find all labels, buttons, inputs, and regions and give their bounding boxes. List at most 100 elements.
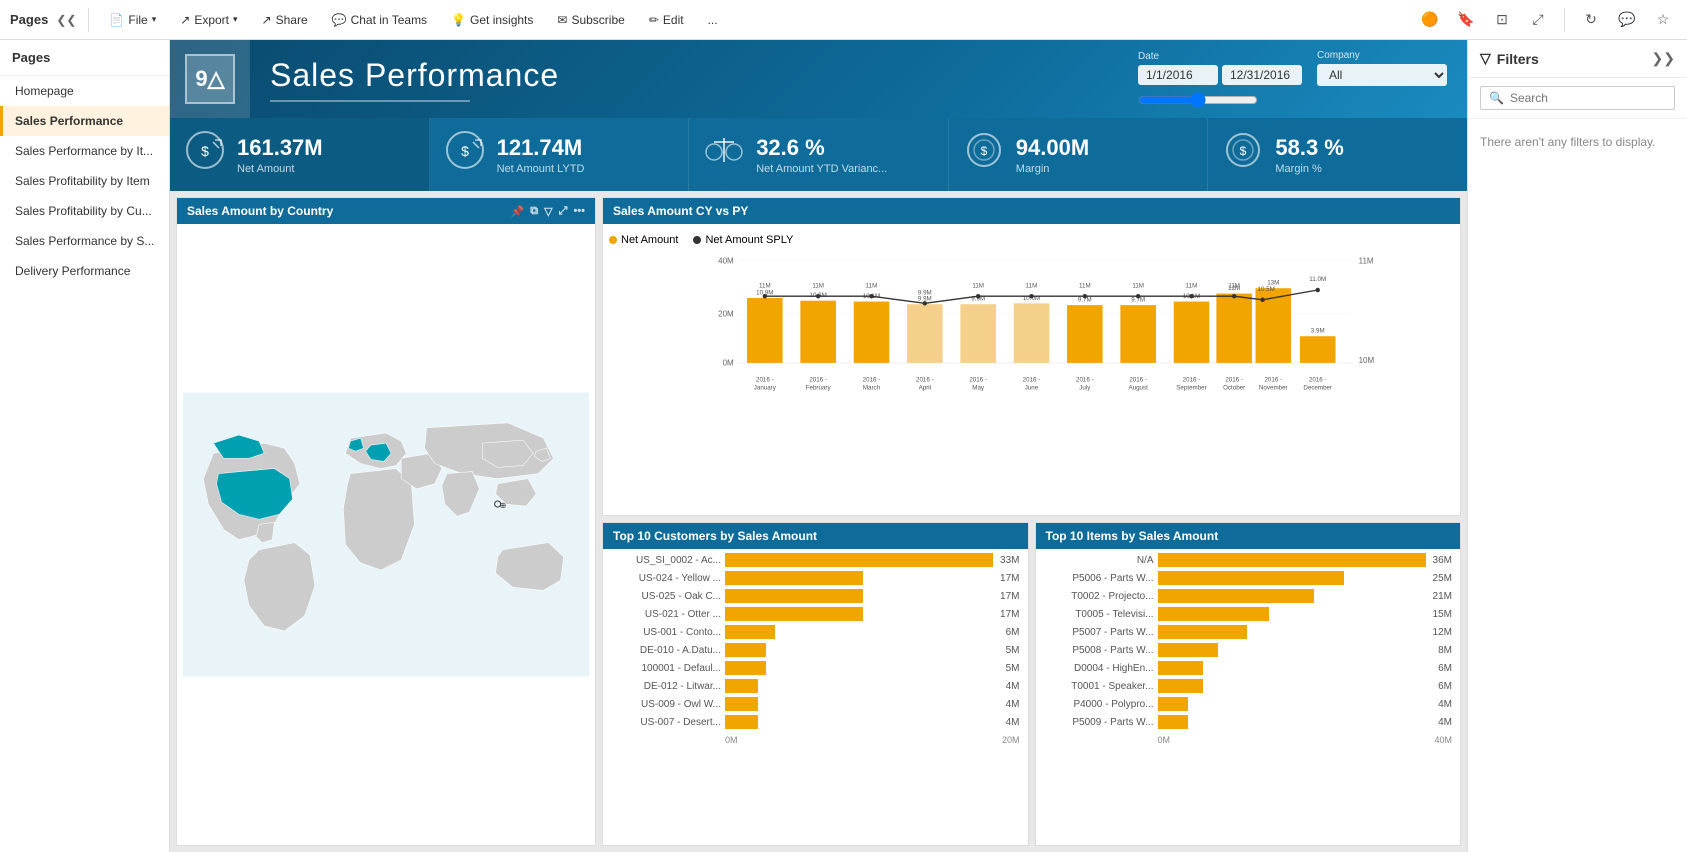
date-range-slider[interactable] <box>1138 92 1258 108</box>
map-title: Sales Amount by Country <box>187 204 333 218</box>
filters-expand-icon[interactable]: ❯❯ <box>1652 50 1675 67</box>
bar-jan <box>747 298 783 363</box>
kpi-net-amount-values: 161.37M Net Amount <box>237 135 323 175</box>
kpi-row: $ 161.37M Net Amount $ 121.74M Net Amoun… <box>170 118 1467 191</box>
customer-label: DE-010 - A.Datu... <box>611 645 721 656</box>
bar-oct <box>1216 294 1252 363</box>
cy-py-body: Net Amount Net Amount SPLY 40M 20M 0M <box>603 224 1460 515</box>
search-input[interactable] <box>1510 91 1666 105</box>
map-panel: Sales Amount by Country 📌 ⧉ ▽ ⤢ ••• <box>176 197 596 846</box>
sidebar-item-sales-profit-item[interactable]: Sales Profitability by Item <box>0 166 169 196</box>
expand-icon[interactable]: ⤢ <box>559 205 568 218</box>
svg-text:2016 -: 2016 - <box>809 377 827 384</box>
cy-py-chart-svg: 40M 20M 0M 11M 10M <box>609 250 1454 410</box>
comment-icon[interactable]: 💬 <box>1613 6 1641 34</box>
bar-may <box>960 304 996 363</box>
svg-text:2016 -: 2016 - <box>1309 377 1327 384</box>
teams-icon: 💬 <box>332 13 347 27</box>
kpi-margin: $ 94.00M Margin <box>949 118 1209 191</box>
content-area: 9△ Sales Performance Date <box>170 40 1687 852</box>
customer-bar-row: 100001 - Defaul... 5M <box>611 661 1020 675</box>
dashboard: 9△ Sales Performance Date <box>170 40 1467 852</box>
customers-axis: 0M 20M <box>611 733 1020 745</box>
item-label: T0005 - Televisi... <box>1044 609 1154 620</box>
cy-py-title: Sales Amount CY vs PY <box>613 204 748 218</box>
fullscreen-icon[interactable]: ⤢ <box>1524 6 1552 34</box>
sidebar-item-sales-profit-cu[interactable]: Sales Profitability by Cu... <box>0 196 169 226</box>
date-end-input[interactable] <box>1222 65 1302 85</box>
svg-text:July: July <box>1079 385 1091 392</box>
sidebar-item-homepage[interactable]: Homepage <box>0 76 169 106</box>
filters-empty-text: There aren't any filters to display. <box>1468 119 1687 165</box>
customer-bar-wrap <box>725 697 999 711</box>
item-bar-wrap <box>1158 571 1426 585</box>
chevron-down-icon: ▾ <box>233 14 238 25</box>
bookmark-icon[interactable]: 🔖 <box>1452 6 1480 34</box>
dashboard-header: 9△ Sales Performance Date <box>170 40 1467 118</box>
item-value: 6M <box>1438 663 1452 674</box>
export-button[interactable]: ↗ Export ▾ <box>172 10 245 30</box>
sidebar-item-sales-performance[interactable]: Sales Performance <box>0 106 169 136</box>
sidebar-item-sales-perf-it[interactable]: Sales Performance by It... <box>0 136 169 166</box>
sidebar-item-sales-perf-s[interactable]: Sales Performance by S... <box>0 226 169 256</box>
more-button[interactable]: ... <box>700 10 726 30</box>
svg-text:June: June <box>1025 385 1039 392</box>
collapse-icon[interactable]: ❮❮ <box>56 13 76 27</box>
date-row: Date Company All <box>1138 50 1447 86</box>
item-bar-wrap <box>1158 661 1432 675</box>
edit-button[interactable]: ✏ Edit <box>641 10 692 30</box>
item-bar-row: P5008 - Parts W... 8M <box>1044 643 1453 657</box>
item-bar <box>1158 661 1204 675</box>
svg-text:November: November <box>1259 385 1288 392</box>
item-bar <box>1158 553 1426 567</box>
svg-text:11M: 11M <box>1359 256 1374 265</box>
filters-panel: ▽ Filters ❯❯ 🔍 There aren't any filters … <box>1467 40 1687 852</box>
chevron-down-icon: ▾ <box>152 14 157 25</box>
topbar: Pages ❮❮ 📄 File ▾ ↗ Export ▾ ↗ Share 💬 C… <box>0 0 1687 40</box>
filter-icon[interactable]: ▽ <box>544 205 552 218</box>
refresh-icon[interactable]: ↻ <box>1577 6 1605 34</box>
customer-bar <box>725 715 758 729</box>
customer-bar-wrap <box>725 589 993 603</box>
share-button[interactable]: ↗ Share <box>254 10 316 30</box>
svg-text:0M: 0M <box>723 359 734 368</box>
copy-icon[interactable]: ⧉ <box>530 205 538 218</box>
get-insights-button[interactable]: 💡 Get insights <box>443 10 541 30</box>
item-bar-row: P5007 - Parts W... 12M <box>1044 625 1453 639</box>
customer-bar-row: US-007 - Desert... 4M <box>611 715 1020 729</box>
svg-text:11.0M: 11.0M <box>1309 276 1326 283</box>
pin-icon[interactable]: 📌 <box>511 205 525 218</box>
item-value: 12M <box>1433 627 1452 638</box>
item-bar <box>1158 679 1204 693</box>
user-icon[interactable]: 🟠 <box>1416 6 1444 34</box>
item-value: 36M <box>1433 555 1452 566</box>
title-section: Sales Performance <box>250 40 1118 118</box>
date-label: Date <box>1138 51 1302 62</box>
kpi-margin-pct-values: 58.3 % Margin % <box>1275 135 1344 175</box>
more-icon[interactable]: ••• <box>573 205 585 218</box>
customers-body: US_SI_0002 - Ac... 33M US-024 - Yellow .… <box>603 549 1028 845</box>
window-icon[interactable]: ⊡ <box>1488 6 1516 34</box>
items-header: Top 10 Items by Sales Amount <box>1036 523 1461 549</box>
svg-text:2016 -: 2016 - <box>1183 377 1201 384</box>
kpi-margin-pct-label: Margin % <box>1275 163 1344 175</box>
item-bar-row: D0004 - HighEn... 6M <box>1044 661 1453 675</box>
item-value: 25M <box>1433 573 1452 584</box>
chat-teams-button[interactable]: 💬 Chat in Teams <box>324 10 435 30</box>
star-icon[interactable]: ☆ <box>1649 6 1677 34</box>
insights-icon: 💡 <box>451 13 466 27</box>
date-start-input[interactable] <box>1138 65 1218 85</box>
company-select[interactable]: All <box>1317 64 1447 86</box>
subscribe-button[interactable]: ✉ Subscribe <box>549 10 632 30</box>
item-bar <box>1158 697 1188 711</box>
customer-value: 17M <box>1000 591 1019 602</box>
kpi-margin-pct: $ 58.3 % Margin % <box>1208 118 1467 191</box>
svg-text:11M: 11M <box>812 282 824 289</box>
svg-text:March: March <box>863 385 881 392</box>
sidebar-item-delivery[interactable]: Delivery Performance <box>0 256 169 286</box>
file-button[interactable]: 📄 File ▾ <box>101 10 164 30</box>
customer-bar-row: US-025 - Oak C... 17M <box>611 589 1020 603</box>
item-bar-wrap <box>1158 625 1426 639</box>
item-bar-row: P5009 - Parts W... 4M <box>1044 715 1453 729</box>
customer-label: US-024 - Yellow ... <box>611 573 721 584</box>
